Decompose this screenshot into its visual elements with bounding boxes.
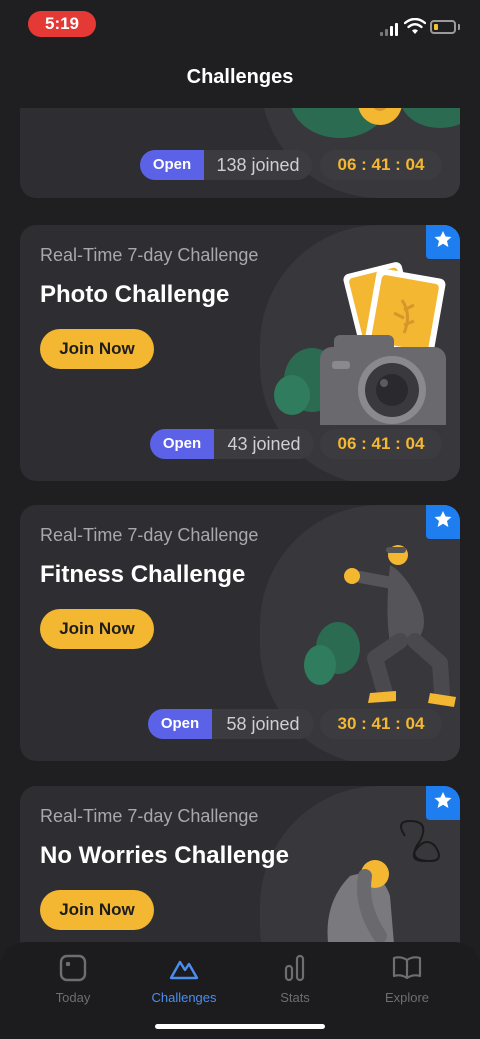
leaf-illustration (291, 108, 460, 138)
star-icon (426, 786, 460, 820)
status-badge: Open (150, 429, 214, 459)
joined-count: 43 joined (214, 429, 314, 459)
worried-person-illustration (327, 819, 440, 948)
tab-stats[interactable]: Stats (247, 954, 343, 1005)
stats-icon (284, 954, 305, 982)
status-bar: 5:19 (0, 0, 480, 50)
tab-label: Explore (384, 990, 430, 1005)
challenge-card-no-worries[interactable]: Real-Time 7-day Challenge No Worries Cha… (20, 786, 460, 948)
card-title: No Worries Challenge (40, 842, 289, 869)
tab-explore[interactable]: Explore (359, 954, 455, 1005)
card-subtitle: Real-Time 7-day Challenge (40, 245, 259, 265)
status-badge: Open (148, 709, 212, 739)
countdown-timer: 06 : 41 : 04 (320, 429, 442, 459)
camera-illustration (274, 262, 446, 425)
mountain-icon (169, 960, 199, 980)
status-badge: Open (140, 150, 204, 180)
tab-today[interactable]: Today (25, 954, 121, 1005)
join-now-button[interactable]: Join Now (40, 609, 154, 649)
battery-icon (430, 20, 456, 34)
wifi-icon (404, 18, 426, 34)
countdown-timer: 30 : 41 : 04 (320, 709, 442, 739)
status-time: 5:19 (28, 11, 96, 37)
challenge-card-photo[interactable]: Real-Time 7-day Challenge Photo Challeng… (20, 225, 460, 481)
tab-label: Stats (280, 990, 310, 1005)
squat-illustration (304, 545, 456, 707)
card-title: Fitness Challenge (40, 561, 246, 588)
challenge-card-fitness[interactable]: Real-Time 7-day Challenge Fitness Challe… (20, 505, 460, 761)
home-indicator[interactable] (155, 1024, 325, 1029)
calendar-icon (59, 954, 87, 982)
tab-label: Challenges (151, 990, 217, 1005)
join-now-button[interactable]: Join Now (40, 329, 154, 369)
join-now-button[interactable]: Join Now (40, 890, 154, 930)
card-title: Photo Challenge (40, 281, 230, 308)
tab-label: Today (55, 990, 91, 1005)
countdown-timer: 06 : 41 : 04 (320, 150, 442, 180)
challenges-list[interactable]: Open 138 joined 06 : 41 : 04 Real-Time 7… (0, 108, 480, 948)
card-subtitle: Real-Time 7-day Challenge (40, 806, 259, 826)
battery-nub (458, 24, 460, 30)
book-icon (392, 956, 422, 980)
card-subtitle: Real-Time 7-day Challenge (40, 525, 259, 545)
challenge-card-top[interactable]: Open 138 joined 06 : 41 : 04 (20, 108, 460, 198)
joined-count: 58 joined (212, 709, 314, 739)
signal-icon (380, 22, 400, 36)
star-icon (426, 225, 460, 259)
joined-count: 138 joined (204, 150, 312, 180)
tab-challenges[interactable]: Challenges (136, 954, 232, 1005)
page-title: Challenges (186, 66, 294, 88)
